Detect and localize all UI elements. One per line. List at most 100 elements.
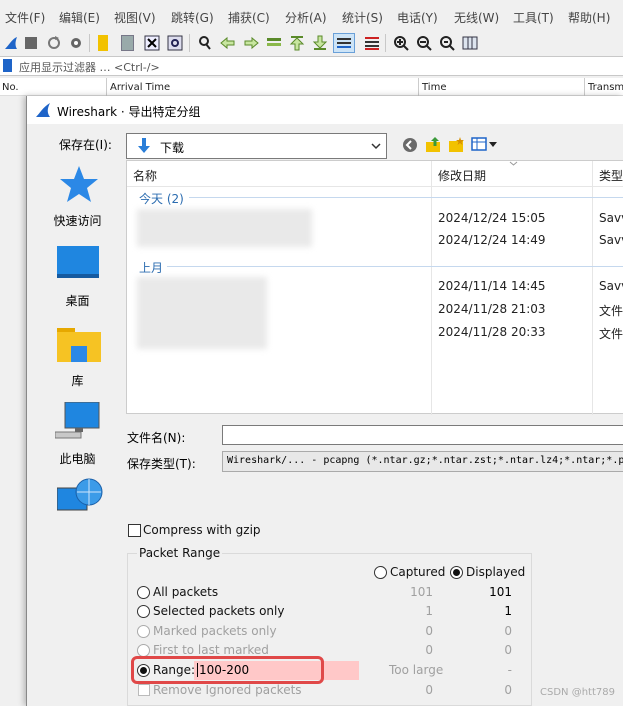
list-item[interactable]: 2024/11/28 21:03 文件 [127, 300, 623, 320]
all-packets-radio[interactable] [137, 586, 150, 599]
display-filter-input[interactable]: 应用显示过滤器 … <Ctrl-/> [19, 59, 160, 75]
first-packet-icon[interactable] [289, 35, 305, 51]
all-packets-displayed: 101 [489, 585, 512, 599]
selected-packets-captured: 1 [425, 604, 433, 618]
marked-packets-displayed: 0 [504, 624, 512, 638]
marked-packets-label: Marked packets only [153, 624, 277, 638]
go-back-icon[interactable] [220, 35, 236, 51]
list-item[interactable]: 2024/12/24 15:05 Savv [127, 209, 623, 229]
displayed-radio[interactable] [450, 566, 463, 579]
autoscroll-icon [337, 38, 351, 48]
chevron-down-icon [371, 143, 381, 150]
autoscroll-toggle[interactable] [333, 33, 355, 53]
zoom-out-icon[interactable] [416, 35, 432, 51]
dialog-title: Wireshark · 导出特定分组 [57, 105, 201, 119]
find-packet-icon[interactable] [197, 35, 213, 51]
shark-fin-icon[interactable] [3, 35, 19, 51]
zoom-in-icon[interactable] [393, 35, 409, 51]
first-last-marked-captured: 0 [425, 643, 433, 657]
export-specified-packets-dialog: Wireshark · 导出特定分组 保存在(I): 下载 快速访问 桌面 库 … [26, 96, 623, 706]
range-captured: Too large [389, 663, 444, 677]
sort-indicator-icon [509, 161, 518, 166]
marked-packets-captured: 0 [425, 624, 433, 638]
close-file-icon[interactable] [144, 35, 160, 51]
selected-packets-displayed: 1 [504, 604, 512, 618]
menu-capture[interactable]: 捕获(C) [228, 9, 270, 26]
bookmark-icon[interactable] [3, 59, 12, 72]
list-header-date[interactable]: 修改日期 [438, 167, 486, 184]
remove-ignored-captured: 0 [425, 683, 433, 697]
up-folder-icon[interactable] [425, 136, 442, 153]
place-quick-access[interactable]: 快速访问 [35, 164, 120, 236]
view-dropdown-icon [489, 142, 497, 147]
display-filter-bar[interactable]: 应用显示过滤器 … <Ctrl-/> [0, 56, 623, 76]
list-header-type[interactable]: 类型 [599, 167, 623, 184]
main-toolbar [0, 32, 623, 54]
remove-ignored-displayed: 0 [504, 683, 512, 697]
dialog-title-bar: Wireshark · 导出特定分组 [27, 96, 623, 124]
col-arrival-time[interactable]: Arrival Time [110, 82, 170, 93]
download-arrow-icon [138, 138, 150, 153]
menu-edit[interactable]: 编辑(E) [59, 9, 100, 26]
network-globe-icon[interactable] [57, 478, 103, 514]
menu-tools[interactable]: 工具(T) [513, 9, 554, 26]
stop-icon[interactable] [25, 37, 37, 49]
list-item[interactable]: 2024/11/14 14:45 Savv [127, 277, 623, 297]
list-item[interactable]: 2024/12/24 14:49 Savv [127, 231, 623, 251]
group-header-today[interactable]: 今天 (2) [139, 190, 184, 207]
first-last-marked-label: First to last marked [153, 643, 269, 657]
go-to-packet-icon[interactable] [266, 35, 282, 51]
filetype-select[interactable]: Wireshark/... - pcapng (*.ntar.gz;*.ntar… [222, 451, 623, 472]
menu-help[interactable]: 帮助(H) [568, 9, 610, 26]
all-packets-captured: 101 [410, 585, 433, 599]
col-time[interactable]: Time [422, 82, 446, 93]
place-libraries[interactable]: 库 [35, 324, 120, 396]
menu-file[interactable]: 文件(F) [5, 9, 45, 26]
remove-ignored-checkbox[interactable] [138, 684, 150, 696]
quick-access-star-icon [60, 166, 98, 202]
filename-input[interactable] [222, 425, 623, 445]
selected-packets-radio[interactable] [137, 605, 150, 618]
restart-icon[interactable] [46, 35, 62, 51]
reload-icon[interactable] [167, 35, 183, 51]
go-forward-icon[interactable] [243, 35, 259, 51]
menu-view[interactable]: 视图(V) [114, 9, 156, 26]
group-header-last-month[interactable]: 上月 [139, 259, 163, 276]
open-folder-icon[interactable] [98, 35, 108, 51]
compress-gzip-checkbox[interactable] [128, 524, 141, 537]
marked-packets-radio[interactable] [137, 625, 150, 638]
place-label: 库 [71, 374, 84, 388]
menu-statistics[interactable]: 统计(S) [342, 9, 383, 26]
zoom-normal-icon[interactable] [439, 35, 455, 51]
col-transmitted[interactable]: Transm [588, 82, 623, 93]
resize-columns-icon[interactable] [462, 35, 478, 51]
save-file-icon[interactable] [121, 35, 134, 51]
options-gear-icon[interactable] [68, 35, 84, 51]
desktop-icon [57, 246, 99, 276]
menu-analyze[interactable]: 分析(A) [285, 9, 327, 26]
this-pc-monitor-icon [55, 402, 100, 439]
place-this-pc[interactable]: 此电脑 [35, 402, 120, 474]
save-in-dropdown[interactable]: 下载 [126, 133, 387, 159]
filetype-label: 保存类型(T): [127, 457, 196, 471]
save-in-value: 下载 [160, 141, 185, 155]
menu-telephony[interactable]: 电话(Y) [397, 9, 438, 26]
list-item[interactable]: 2024/11/28 20:33 文件 [127, 323, 623, 343]
new-folder-icon[interactable] [448, 136, 465, 153]
menu-bar: 文件(F) 编辑(E) 视图(V) 跳转(G) 捕获(C) 分析(A) 统计(S… [0, 0, 623, 32]
back-icon[interactable] [402, 137, 418, 153]
col-no[interactable]: No. [2, 82, 19, 93]
place-label: 此电脑 [59, 452, 96, 466]
library-folder-icon [57, 328, 101, 362]
file-list[interactable]: 名称 修改日期 类型 今天 (2) 2024/12/24 15:05 Savv … [126, 160, 623, 415]
last-packet-icon[interactable] [312, 35, 328, 51]
selected-packets-label: Selected packets only [153, 604, 285, 618]
list-header-name[interactable]: 名称 [133, 167, 157, 184]
view-menu-button[interactable] [471, 136, 497, 153]
save-in-label: 保存在(I): [59, 138, 112, 152]
captured-radio[interactable] [374, 566, 387, 579]
colorize-icon[interactable] [364, 35, 380, 51]
place-desktop[interactable]: 桌面 [35, 244, 120, 316]
menu-wireless[interactable]: 无线(W) [454, 9, 499, 26]
menu-go[interactable]: 跳转(G) [171, 9, 214, 26]
